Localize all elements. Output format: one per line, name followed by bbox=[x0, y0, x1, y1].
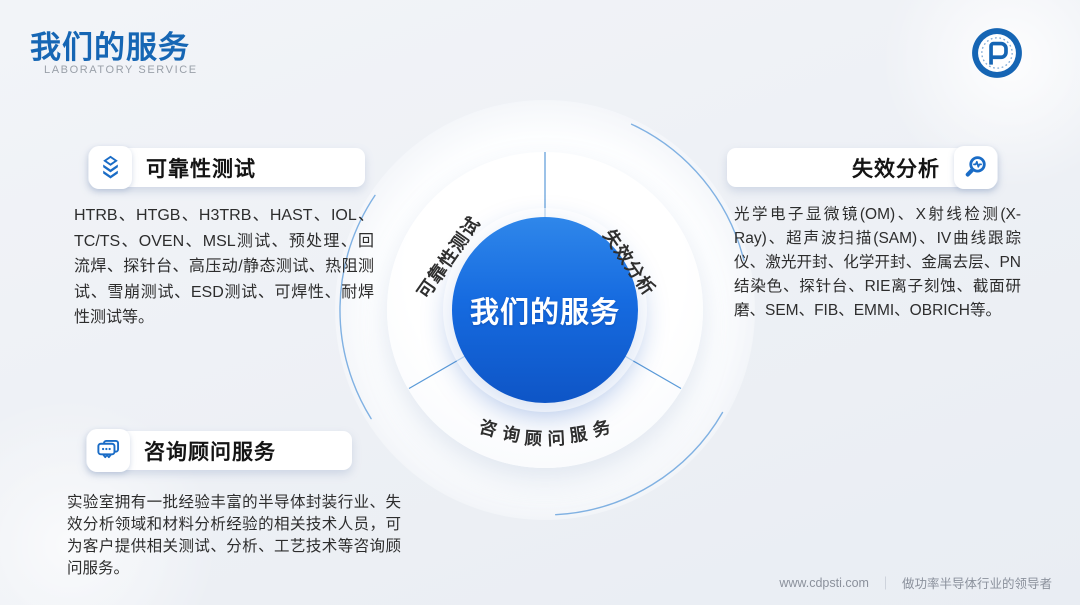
footer-separator: ｜ bbox=[879, 573, 892, 592]
company-logo bbox=[971, 27, 1023, 79]
layers-icon bbox=[97, 154, 124, 181]
center-circle: 我们的服务 bbox=[452, 217, 638, 403]
footer-website: www.cdpsti.com bbox=[779, 576, 869, 590]
outer-arc-top-right bbox=[632, 124, 744, 260]
outer-arc-bottom bbox=[556, 413, 723, 515]
magnifier-icon-box bbox=[954, 146, 997, 189]
footer: www.cdpsti.com ｜ 做功率半导体行业的领导者 bbox=[779, 573, 1052, 592]
logo-badge-icon bbox=[971, 27, 1023, 79]
card-reliability-title: 可靠性测试 bbox=[146, 153, 256, 183]
divider-spoke-bottom-right bbox=[625, 356, 681, 389]
center-circle-label: 我们的服务 bbox=[470, 289, 620, 331]
card-consulting-header: 咨询顾问服务 bbox=[86, 431, 352, 470]
card-reliability-body: HTRB、HTGB、H3TRB、HAST、IOL、TC/TS、OVEN、MSL测… bbox=[74, 203, 374, 331]
layers-icon-box bbox=[89, 146, 132, 189]
services-circle-diagram: 我们的服务 bbox=[325, 90, 765, 530]
card-consulting-title: 咨询顾问服务 bbox=[144, 436, 276, 466]
card-failure-body: 光学电子显微镜(OM)、X射线检测(X-Ray)、超声波扫描(SAM)、IV曲线… bbox=[734, 203, 1021, 323]
page-subtitle: LABORATORY SERVICE bbox=[44, 64, 198, 76]
magnifier-pulse-icon bbox=[962, 154, 989, 181]
card-failure-title: 失效分析 bbox=[852, 153, 940, 183]
card-failure-header: 失效分析 bbox=[727, 148, 998, 187]
chat-bubbles-icon bbox=[95, 437, 122, 464]
footer-slogan: 做功率半导体行业的领导者 bbox=[902, 573, 1052, 592]
page-title: 我们的服务 bbox=[30, 22, 190, 67]
chat-icon-box bbox=[87, 429, 130, 472]
divider-spoke-bottom-left bbox=[409, 356, 465, 389]
card-reliability-header: 可靠性测试 bbox=[88, 148, 365, 187]
card-consulting-body: 实验室拥有一批经验丰富的半导体封装行业、失效分析领域和材料分析经验的相关技术人员… bbox=[67, 492, 401, 580]
